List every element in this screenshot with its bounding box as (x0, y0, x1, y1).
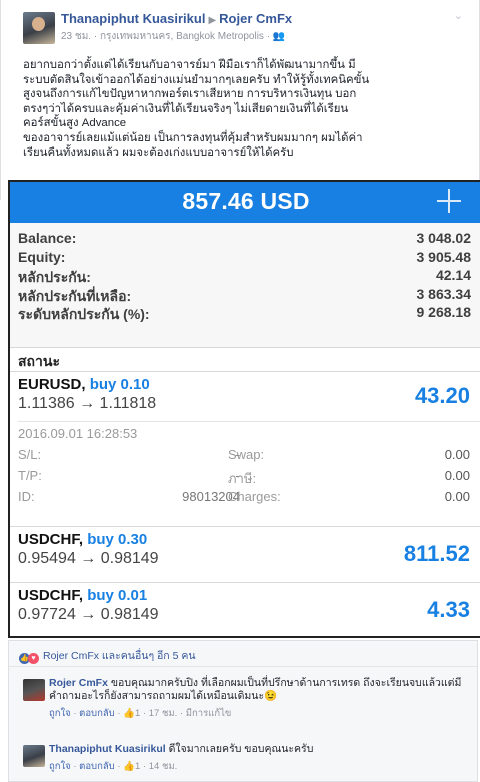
position-row-usdchf-small[interactable]: USDCHF, buy 0.01 0.97724 → 0.98149 4.33 (10, 583, 480, 636)
summary-value: 3 863.34 (416, 285, 472, 302)
post-text-line: อยากบอกว่าตั้งแต่ได้เรียนกับอาจารย์มา ฝี… (23, 59, 356, 71)
post-meta: 23 ชม. · กรุงเทพมหานคร, Bangkok Metropol… (61, 29, 285, 44)
post-text-line: เรียนคืนทั้งหมดแล้ว ผมจะต้องเก่งแบบอาจาร… (23, 146, 294, 159)
profit-total: 857.46 USD (182, 188, 310, 214)
summary-value: 42.14 (435, 267, 471, 284)
summary-label: Balance: (18, 230, 77, 246)
comment-time[interactable]: 17 ชม. (149, 708, 178, 719)
position-symbol: EURUSD, buy 0.10 (18, 372, 480, 393)
summary-row-margin-level: ระดับหลักประกัน (%): 9 268.18 (10, 304, 480, 323)
comment-like-link[interactable]: ถูกใจ (49, 761, 71, 772)
position-details: S/L: - Swap: 0.00 T/P: - ภาษี: 0.00 ID: … (18, 445, 480, 508)
comment-edited-link[interactable]: มีการแก้ไข (186, 708, 232, 719)
comment-item: Thanapiphut Kuasirikul ดีใจมากเลยครับ ขอ… (19, 743, 469, 774)
swap-value: 0.00 (444, 447, 470, 462)
chevron-down-icon[interactable]: ⌄ (454, 9, 463, 22)
facebook-post: Thanapiphut Kuasirikul ▶ Rojer CmFx 23 ชม.… (0, 0, 480, 200)
positions-heading: สถานะ (10, 348, 480, 372)
comments-section: 👍 ♥ Rojer CmFx และคนอื่นๆ อีก 5 คน Rojer C… (8, 640, 478, 782)
post-meta-text[interactable]: 23 ชม. · กรุงเทพมหานคร, Bangkok Metropol… (61, 31, 273, 42)
post-text-line: สูงจนถึงการแก้ไขปัญหาหากพอร์ตเราเสียหาย … (23, 88, 357, 101)
detail-row: T/P: - ภาษี: 0.00 (18, 466, 480, 487)
plus-icon[interactable] (436, 188, 462, 214)
author-avatar[interactable] (23, 12, 55, 44)
commenter-avatar[interactable] (23, 745, 45, 767)
position-row-usdchf[interactable]: USDCHF, buy 0.30 0.95494 → 0.98149 811.5… (10, 527, 480, 583)
symbol-name: USDCHF, (18, 587, 84, 604)
comment-like-count[interactable]: 1 (135, 761, 140, 772)
summary-value: 3 905.48 (416, 248, 472, 265)
summary-value: 3 048.02 (416, 230, 472, 246)
comment-body: Rojer CmFx ขอบคุณมากครับปิง ที่เลือกผมเป… (49, 677, 469, 703)
position-profit: 43.20 (414, 383, 470, 408)
comment-actions: ถูกใจ · ตอบกลับ · 👍1 · 14 ชม. (49, 761, 178, 772)
summary-label: หลักประกัน: (18, 269, 91, 286)
account-summary: Balance: 3 048.02 Equity: 3 905.48 หลักประ… (10, 223, 480, 348)
charges-value: 0.00 (444, 489, 470, 504)
summary-label: Equity: (18, 248, 66, 265)
summary-label: หลักประกันที่เหลือ: (18, 287, 132, 304)
reactions-text[interactable]: Rojer CmFx และคนอื่นๆ อีก 5 คน (43, 650, 196, 662)
comment-body: Thanapiphut Kuasirikul ดีใจมากเลยครับ ขอ… (49, 743, 469, 756)
post-header: Thanapiphut Kuasirikul ▶ Rojer CmFx 23 ชม.… (23, 9, 463, 49)
author-name-link[interactable]: Thanapiphut Kuasirikul (61, 11, 205, 26)
comment-like-link[interactable]: ถูกใจ (49, 708, 71, 719)
love-reaction-icon: ♥ (28, 653, 39, 664)
charges-label: Charges: (228, 489, 281, 504)
position-profit: 4.33 (427, 597, 470, 622)
trade-side: buy 0.30 (87, 531, 148, 548)
thumbs-up-icon: 👍 (123, 708, 135, 719)
price-range: 1.11386 → 1.11818 (18, 395, 157, 412)
comment-actions: ถูกใจ · ตอบกลับ · 👍1 · 17 ชม. · มีการแก้… (49, 708, 232, 719)
summary-label: ระดับหลักประกัน (%): (18, 306, 150, 323)
comment-text: ดีใจมากเลยครับ ขอบคุณนะครับ (165, 743, 314, 755)
post-text: อยากบอกว่าตั้งแต่ได้เรียนกับอาจารย์มา ฝี… (23, 58, 455, 160)
thumbs-up-icon: 👍 (123, 761, 135, 772)
position-row-eurusd[interactable]: EURUSD, buy 0.10 1.11386 → 1.11818 43.20… (10, 372, 480, 527)
post-text-line: ของอาจารย์เลยแม้แต่น้อย เป็นการลงทุนที่ค… (23, 131, 363, 144)
comment-author-link[interactable]: Rojer CmFx (49, 677, 108, 689)
summary-row-equity: Equity: 3 905.48 (10, 249, 480, 268)
post-text-line: คอร์สขั้นสูง Advance (23, 117, 127, 130)
comment-author-link[interactable]: Thanapiphut Kuasirikul (49, 743, 166, 755)
summary-value: 9 268.18 (416, 304, 472, 321)
comment-like-count[interactable]: 1 (135, 708, 140, 719)
trade-side: buy 0.10 (89, 376, 150, 393)
reactions-summary[interactable]: 👍 ♥ Rojer CmFx และคนอื่นๆ อีก 5 คน (9, 641, 477, 667)
tax-label: ภาษี: (228, 471, 257, 486)
price-range: 0.97724 → 0.98149 (18, 606, 159, 623)
trade-header-bar: 857.46 USD (10, 182, 480, 223)
trade-screenshot: 857.46 USD Balance: 3 048.02 Equity: 3 905… (8, 180, 480, 638)
page-name-link[interactable]: Rojer CmFx (219, 11, 292, 26)
comment-text: ขอบคุณมากครับปิง ที่เลือกผมเป็นที่ปรึกษา… (49, 677, 462, 702)
swap-label: Swap: (228, 447, 265, 462)
comment-reply-link[interactable]: ตอบกลับ (79, 761, 115, 772)
summary-row-balance: Balance: 3 048.02 (10, 230, 480, 249)
comment-reply-link[interactable]: ตอบกลับ (79, 708, 115, 719)
sl-label: S/L: (18, 447, 42, 462)
summary-row-margin: หลักประกัน: 42.14 (10, 267, 480, 286)
position-profit: 811.52 (403, 541, 470, 566)
tax-value: 0.00 (444, 468, 470, 483)
comment-item: Rojer CmFx ขอบคุณมากครับปิง ที่เลือกผมเป… (19, 677, 469, 721)
post-text-line: ระบบตัดสินใจเข้าออกได้อย่างแม่นยำมากๆเลย… (23, 73, 370, 86)
id-label: ID: (18, 489, 35, 504)
position-symbol: USDCHF, buy 0.01 (18, 583, 480, 604)
symbol-name: USDCHF, (18, 531, 84, 548)
detail-row: S/L: - Swap: 0.00 (18, 445, 480, 466)
symbol-name: EURUSD, (18, 376, 86, 393)
open-time: 2016.09.01 16:28:53 (18, 421, 480, 445)
post-text-line: ตรงๆว่าได้ครบและคุ้มค่าเงินที่ได้เรียนจร… (23, 102, 349, 115)
commenter-avatar[interactable] (23, 679, 45, 701)
triangle-right-icon: ▶ (208, 15, 217, 26)
summary-row-free-margin: หลักประกันที่เหลือ: 3 863.34 (10, 286, 480, 305)
trade-side: buy 0.01 (87, 587, 148, 604)
detail-row: ID: 98013204 Charges: 0.00 (18, 487, 480, 508)
comment-time[interactable]: 14 ชม. (149, 761, 178, 772)
friends-audience-icon[interactable]: 👥 (273, 31, 285, 42)
tp-label: T/P: (18, 468, 42, 483)
post-names: Thanapiphut Kuasirikul ▶ Rojer CmFx (61, 11, 292, 26)
